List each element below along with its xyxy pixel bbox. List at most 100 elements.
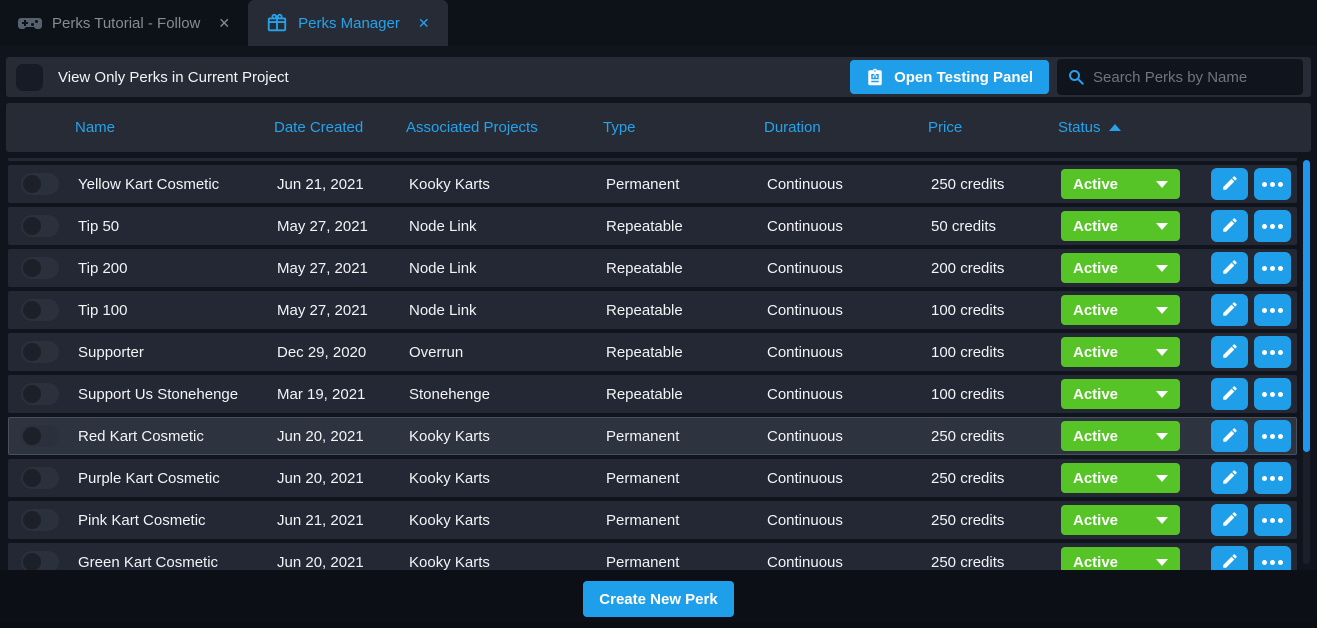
create-new-perk-button[interactable]: Create New Perk	[583, 581, 733, 617]
header-type[interactable]: Type	[597, 119, 758, 136]
pencil-icon	[1221, 552, 1239, 572]
status-dropdown[interactable]: Active	[1061, 211, 1180, 241]
ellipsis-icon	[1262, 182, 1283, 187]
close-icon[interactable]: ✕	[218, 15, 230, 32]
perk-row[interactable]: Tip 50 May 27, 2021 Node Link Repeatable…	[8, 207, 1297, 245]
more-options-button[interactable]	[1254, 546, 1291, 571]
more-options-button[interactable]	[1254, 462, 1291, 494]
perk-date-created: May 27, 2021	[271, 302, 403, 319]
edit-perk-button[interactable]	[1211, 294, 1248, 326]
perk-row[interactable]: Yellow Kart Cosmetic Jun 21, 2021 Kooky …	[8, 165, 1297, 203]
perk-associated-projects: Node Link	[403, 260, 600, 277]
perk-row[interactable]: Green Kart Cosmetic Jun 20, 2021 Kooky K…	[8, 543, 1297, 571]
status-dropdown[interactable]: Active	[1061, 547, 1180, 571]
tab-perks-manager[interactable]: Perks Manager ✕	[248, 0, 447, 46]
edit-perk-button[interactable]	[1211, 168, 1248, 200]
header-duration[interactable]: Duration	[758, 119, 922, 136]
perk-duration: Continuous	[761, 554, 925, 571]
search-box[interactable]	[1057, 59, 1303, 95]
perk-row[interactable]: Supporter Dec 29, 2020 Overrun Repeatabl…	[8, 333, 1297, 371]
status-cell: Active	[1055, 463, 1205, 493]
edit-perk-button[interactable]	[1211, 420, 1248, 452]
perk-row[interactable]: Tip 200 May 27, 2021 Node Link Repeatabl…	[8, 249, 1297, 287]
header-associated-projects[interactable]: Associated Projects	[400, 119, 597, 136]
edit-perk-button[interactable]	[1211, 504, 1248, 536]
status-dropdown[interactable]: Active	[1061, 463, 1180, 493]
perk-associated-projects: Stonehenge	[403, 386, 600, 403]
perk-duration: Continuous	[761, 428, 925, 445]
chevron-down-icon	[1156, 307, 1168, 314]
perk-enabled-toggle[interactable]	[21, 509, 59, 531]
status-dropdown[interactable]: Active	[1061, 337, 1180, 367]
open-testing-panel-button[interactable]: Open Testing Panel	[850, 60, 1049, 94]
perk-enabled-toggle[interactable]	[21, 383, 59, 405]
more-options-button[interactable]	[1254, 336, 1291, 368]
status-dropdown[interactable]: Active	[1061, 379, 1180, 409]
status-dropdown[interactable]: Active	[1061, 295, 1180, 325]
perk-price: 50 credits	[925, 218, 1055, 235]
perk-price: 100 credits	[925, 302, 1055, 319]
header-name[interactable]: Name	[69, 119, 268, 136]
more-options-button[interactable]	[1254, 168, 1291, 200]
edit-perk-button[interactable]	[1211, 546, 1248, 571]
perk-duration: Continuous	[761, 260, 925, 277]
perk-enabled-toggle[interactable]	[21, 257, 59, 279]
perk-price: 200 credits	[925, 260, 1055, 277]
close-icon[interactable]: ✕	[418, 15, 430, 32]
perk-duration: Continuous	[761, 344, 925, 361]
scrollbar-thumb[interactable]	[1303, 160, 1310, 452]
status-dropdown[interactable]: Active	[1061, 253, 1180, 283]
more-options-button[interactable]	[1254, 252, 1291, 284]
perk-type: Permanent	[600, 428, 761, 445]
toolbar: View Only Perks in Current Project Open …	[6, 57, 1311, 97]
perk-type: Repeatable	[600, 302, 761, 319]
edit-perk-button[interactable]	[1211, 336, 1248, 368]
header-date-created[interactable]: Date Created	[268, 119, 400, 136]
perk-row[interactable]: Purple Kart Cosmetic Jun 20, 2021 Kooky …	[8, 459, 1297, 497]
more-options-button[interactable]	[1254, 294, 1291, 326]
perk-enabled-toggle[interactable]	[21, 299, 59, 321]
edit-perk-button[interactable]	[1211, 462, 1248, 494]
perk-date-created: Jun 21, 2021	[271, 176, 403, 193]
perk-enabled-toggle[interactable]	[21, 173, 59, 195]
perk-enabled-toggle[interactable]	[21, 467, 59, 489]
tab-perks-tutorial[interactable]: Perks Tutorial - Follow ✕	[0, 0, 248, 46]
ellipsis-icon	[1262, 392, 1283, 397]
perk-date-created: Dec 29, 2020	[271, 344, 403, 361]
edit-perk-button[interactable]	[1211, 252, 1248, 284]
edit-perk-button[interactable]	[1211, 378, 1248, 410]
perk-enabled-toggle[interactable]	[21, 551, 59, 571]
more-options-button[interactable]	[1254, 420, 1291, 452]
perk-enabled-toggle[interactable]	[21, 341, 59, 363]
header-price[interactable]: Price	[922, 119, 1052, 136]
status-cell: Active	[1055, 295, 1205, 325]
perk-row[interactable]: Red Kart Cosmetic Jun 20, 2021 Kooky Kar…	[8, 417, 1297, 455]
status-dropdown[interactable]: Active	[1061, 505, 1180, 535]
perk-row[interactable]: Support Us Stonehenge Mar 19, 2021 Stone…	[8, 375, 1297, 413]
more-options-button[interactable]	[1254, 210, 1291, 242]
header-status[interactable]: Status	[1052, 119, 1202, 136]
perk-type: Repeatable	[600, 218, 761, 235]
table-scrollbar[interactable]	[1303, 160, 1310, 564]
search-input[interactable]	[1093, 69, 1293, 86]
edit-perk-button[interactable]	[1211, 210, 1248, 242]
view-only-perks-checkbox[interactable]	[16, 64, 43, 91]
toggle-cell	[9, 341, 72, 363]
perk-duration: Continuous	[761, 176, 925, 193]
perk-name: Support Us Stonehenge	[72, 386, 271, 403]
perk-type: Permanent	[600, 470, 761, 487]
perk-type: Permanent	[600, 554, 761, 571]
chevron-down-icon	[1156, 559, 1168, 566]
perk-enabled-toggle[interactable]	[21, 425, 59, 447]
perk-enabled-toggle[interactable]	[21, 215, 59, 237]
more-options-button[interactable]	[1254, 378, 1291, 410]
status-dropdown[interactable]: Active	[1061, 169, 1180, 199]
actions-cell	[1205, 504, 1296, 536]
perk-type: Repeatable	[600, 344, 761, 361]
perk-price: 250 credits	[925, 176, 1055, 193]
more-options-button[interactable]	[1254, 504, 1291, 536]
toggle-cell	[9, 383, 72, 405]
status-dropdown[interactable]: Active	[1061, 421, 1180, 451]
perk-row[interactable]: Pink Kart Cosmetic Jun 21, 2021 Kooky Ka…	[8, 501, 1297, 539]
perk-row[interactable]: Tip 100 May 27, 2021 Node Link Repeatabl…	[8, 291, 1297, 329]
